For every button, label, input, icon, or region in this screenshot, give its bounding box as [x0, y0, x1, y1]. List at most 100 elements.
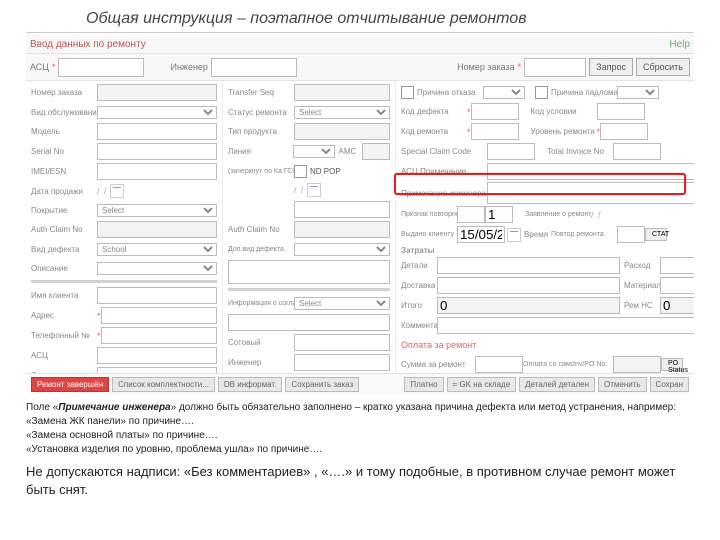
info-agree-select[interactable]: Select — [294, 297, 390, 310]
descr-label: Описание — [31, 264, 97, 273]
descr-select[interactable] — [97, 262, 217, 275]
repeat-label: Признак повторного ремонта — [401, 211, 457, 218]
order-no-input[interactable] — [524, 58, 586, 77]
save-button[interactable]: Сохран — [650, 377, 689, 392]
serial-input[interactable] — [97, 143, 217, 160]
footer: Ремонт завершён Список комплектности... … — [26, 373, 694, 395]
invpo-input — [613, 356, 661, 373]
asc2-input[interactable] — [97, 347, 217, 364]
eng-note-label: Примечание инженера — [401, 189, 487, 198]
tinv-input[interactable] — [613, 143, 661, 160]
repair-type-select[interactable] — [97, 106, 217, 119]
cover-extra-input[interactable] — [294, 201, 390, 218]
imei-input[interactable] — [97, 163, 217, 180]
db-button[interactable]: DB информат. — [218, 377, 282, 392]
ptype-input — [294, 123, 390, 140]
rstatus-select[interactable]: Select — [294, 106, 390, 119]
calendar-icon[interactable] — [507, 228, 521, 242]
cover-select[interactable]: Select — [97, 204, 217, 217]
engineer-label: Инженер — [170, 62, 207, 72]
toolbar: АСЦ* Инженер Номер заказа* Запрос Сброси… — [26, 54, 694, 81]
window-header: Ввод данных по ремонту Help — [26, 35, 694, 54]
order-no-field — [97, 84, 217, 101]
imei-note: (зачеркнут по Ка ГСО) — [228, 168, 294, 175]
mobile-input[interactable] — [294, 334, 390, 351]
name-input[interactable] — [97, 287, 217, 304]
addr-input[interactable] — [101, 307, 217, 324]
repeat-set[interactable] — [457, 206, 485, 223]
rcode-label: Код ремонта — [401, 127, 467, 136]
comp-button[interactable]: Список комплектности... — [112, 377, 215, 392]
savebtn-button[interactable]: Сохранить заказ — [285, 377, 359, 392]
ccode-input[interactable] — [597, 103, 645, 120]
asc-note-input[interactable] — [487, 163, 694, 180]
cover-label: Покрытие — [31, 206, 97, 215]
eng-note-input[interactable] — [487, 182, 694, 204]
rr-d[interactable] — [617, 226, 645, 243]
addr-label: Адрес — [31, 311, 97, 320]
consum-input[interactable] — [660, 257, 694, 274]
calendar-icon[interactable] — [307, 183, 321, 197]
ndpop-check[interactable] — [294, 165, 307, 178]
serial-label: Serial No — [31, 147, 97, 156]
asc2-label: АСЦ — [31, 351, 97, 360]
descr-text[interactable] — [228, 260, 390, 284]
new-button[interactable]: Ремонт завершён — [31, 377, 109, 392]
left-column: Номер заказа Вид обслуживания Модель Ser… — [26, 81, 223, 395]
amc-input — [362, 143, 390, 160]
det-button[interactable]: Деталей детален — [519, 377, 595, 392]
sale-date-label: Дата продажи — [31, 187, 97, 196]
help-link[interactable]: Help — [669, 39, 690, 50]
beyond-check[interactable] — [535, 86, 548, 99]
add-defect-select[interactable] — [294, 243, 390, 256]
ccode-label: Код условии — [531, 107, 597, 116]
eng2-label: Инженер — [228, 358, 294, 367]
cancel-button[interactable]: Отменить — [598, 377, 647, 392]
tseq-input — [294, 84, 390, 101]
query-button[interactable]: Запрос — [589, 58, 633, 76]
rcode-input[interactable] — [471, 123, 519, 140]
material-input[interactable] — [660, 277, 694, 294]
dcode-label: Код дефекта — [401, 107, 467, 116]
calendar-icon[interactable] — [110, 184, 124, 198]
call-button[interactable]: Платно — [404, 377, 443, 392]
mid-column: Transfer Seq Статус ремонтаSelect Тип пр… — [223, 81, 396, 395]
ptype-label: Тип продукта — [228, 127, 294, 136]
refuse-check[interactable] — [401, 86, 414, 99]
parts-input[interactable] — [437, 257, 620, 274]
instruction-text: Поле «Примечание инженера» должно быть о… — [26, 401, 694, 457]
sclaim-input[interactable] — [487, 143, 535, 160]
repeat-n[interactable] — [485, 206, 513, 223]
line-select[interactable] — [293, 145, 335, 158]
toclient-date[interactable] — [457, 226, 505, 243]
engineer-input[interactable] — [211, 58, 297, 77]
comment-ext[interactable] — [437, 317, 694, 334]
costs-title: Затраты — [401, 246, 694, 255]
gsn-button[interactable]: = GK на складе — [447, 377, 517, 392]
reset-button[interactable]: Сбросить — [636, 58, 690, 76]
stat-button[interactable]: СТАТ — [645, 228, 667, 241]
tseq-label: Transfer Seq — [228, 88, 294, 97]
model-input[interactable] — [97, 123, 217, 140]
beyond-label: Причина падлома — [551, 88, 617, 97]
auth-label: Auth Claim No — [31, 225, 97, 234]
po-status-button[interactable]: PO Status — [661, 358, 683, 371]
dcode-input[interactable] — [471, 103, 519, 120]
beyond-select[interactable] — [617, 86, 659, 99]
rlevel-label: Уровень ремонта — [531, 127, 597, 136]
phone-input[interactable] — [101, 327, 217, 344]
asc-input[interactable] — [58, 58, 144, 77]
auth2-label: Auth Claim No — [228, 225, 294, 234]
deliv-input[interactable] — [437, 277, 620, 294]
pay-title: Оплата за ремонт — [401, 340, 476, 350]
refuse-select[interactable] — [483, 86, 525, 99]
phone-label: Телефонный № — [31, 331, 97, 340]
line-label: Линия — [228, 147, 293, 156]
auth-input — [97, 221, 217, 238]
eng2-input[interactable] — [294, 354, 390, 371]
addr2-input[interactable] — [228, 314, 390, 331]
rlevel-input[interactable] — [600, 123, 648, 140]
defect-select[interactable]: School — [97, 243, 217, 256]
tinv-label: Total Invoice No — [547, 147, 613, 156]
sum-input[interactable] — [475, 356, 523, 373]
